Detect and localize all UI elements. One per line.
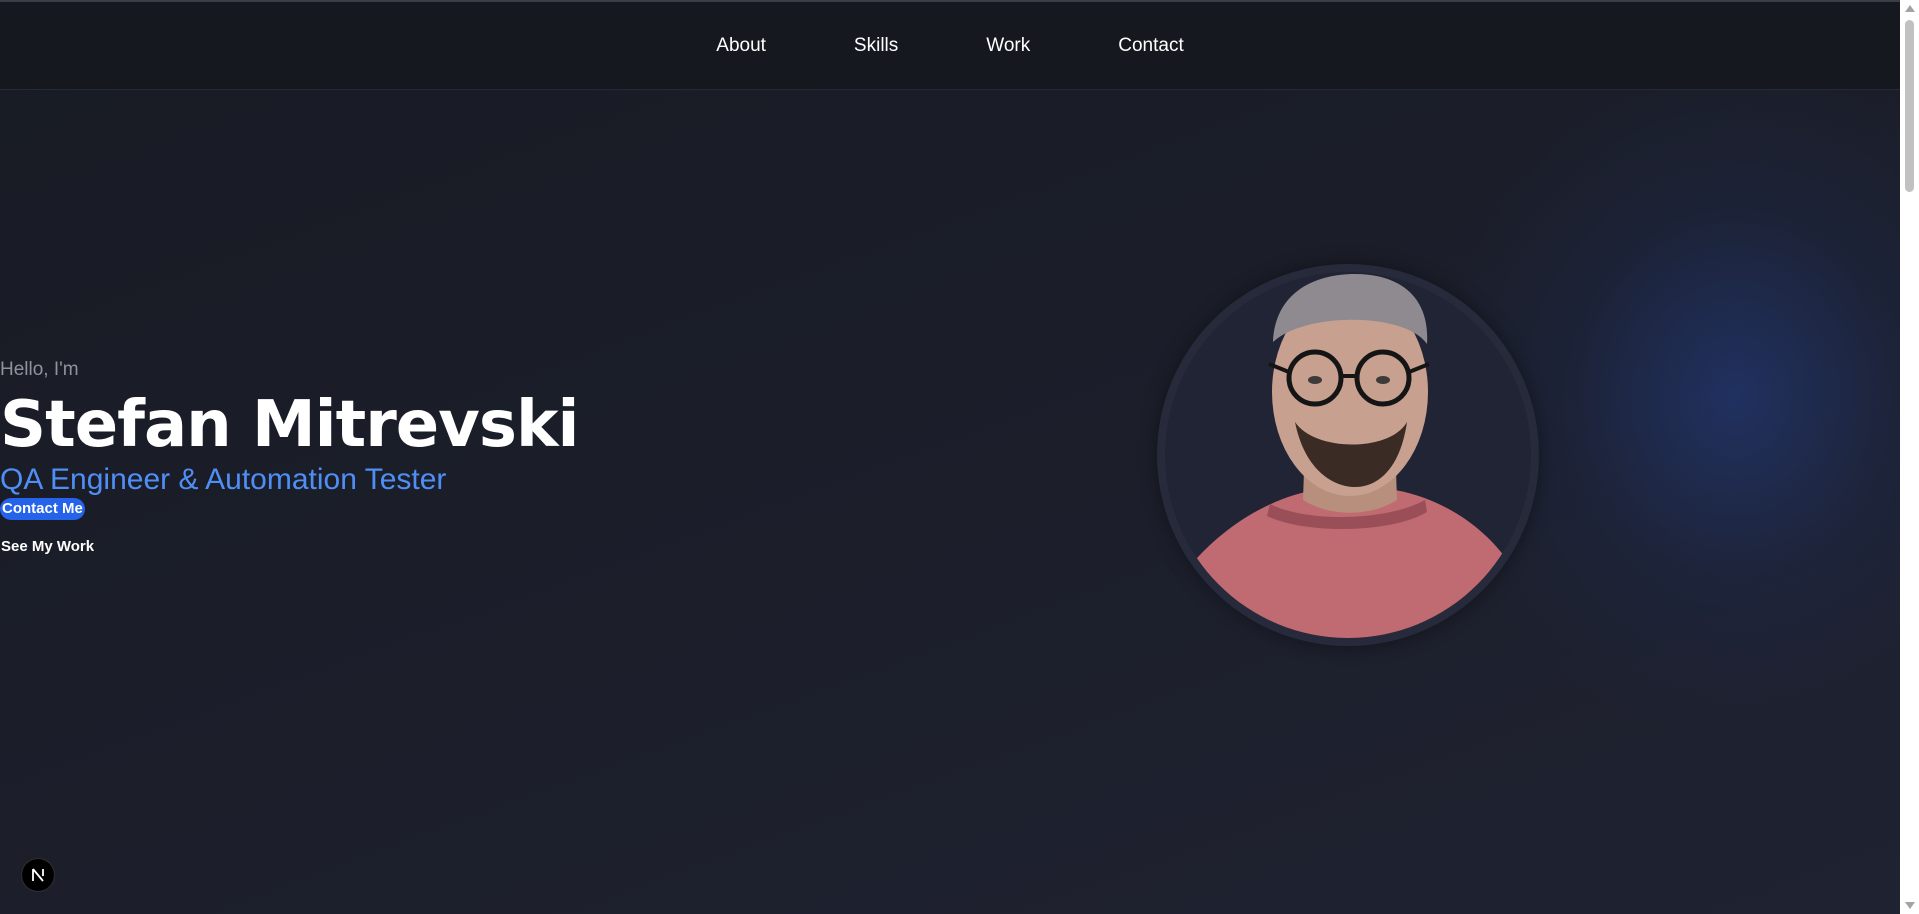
hero-role: QA Engineer & Automation Tester — [0, 463, 447, 496]
profile-photo-illustration — [1165, 274, 1531, 638]
nav-links: About Skills Work Contact — [0, 2, 1900, 89]
scroll-up-arrow-icon[interactable] — [1905, 5, 1915, 12]
scrollbar-thumb[interactable] — [1905, 20, 1914, 192]
see-my-work-button[interactable]: See My Work — [0, 536, 95, 558]
hero-name: Stefan Mitrevski — [0, 388, 579, 462]
nextjs-glyph — [32, 868, 44, 882]
page-viewport: About Skills Work Contact Hello, I'm Ste… — [0, 0, 1900, 914]
hero-section: Hello, I'm Stefan Mitrevski QA Engineer … — [0, 356, 700, 558]
hero-greeting: Hello, I'm — [0, 359, 79, 380]
scroll-down-arrow-icon[interactable] — [1905, 902, 1915, 909]
nav-link-about[interactable]: About — [672, 35, 810, 57]
nextjs-icon[interactable] — [22, 859, 54, 891]
profile-photo — [1165, 272, 1531, 638]
nav-link-skills[interactable]: Skills — [810, 35, 942, 57]
nav-link-work[interactable]: Work — [942, 35, 1074, 57]
navbar: About Skills Work Contact — [0, 2, 1900, 90]
nav-link-contact[interactable]: Contact — [1074, 35, 1227, 57]
vertical-scrollbar[interactable] — [1900, 0, 1919, 914]
contact-me-button[interactable]: Contact Me — [0, 498, 85, 520]
profile-photo-frame — [1157, 264, 1539, 646]
window-top-border — [0, 0, 1919, 2]
